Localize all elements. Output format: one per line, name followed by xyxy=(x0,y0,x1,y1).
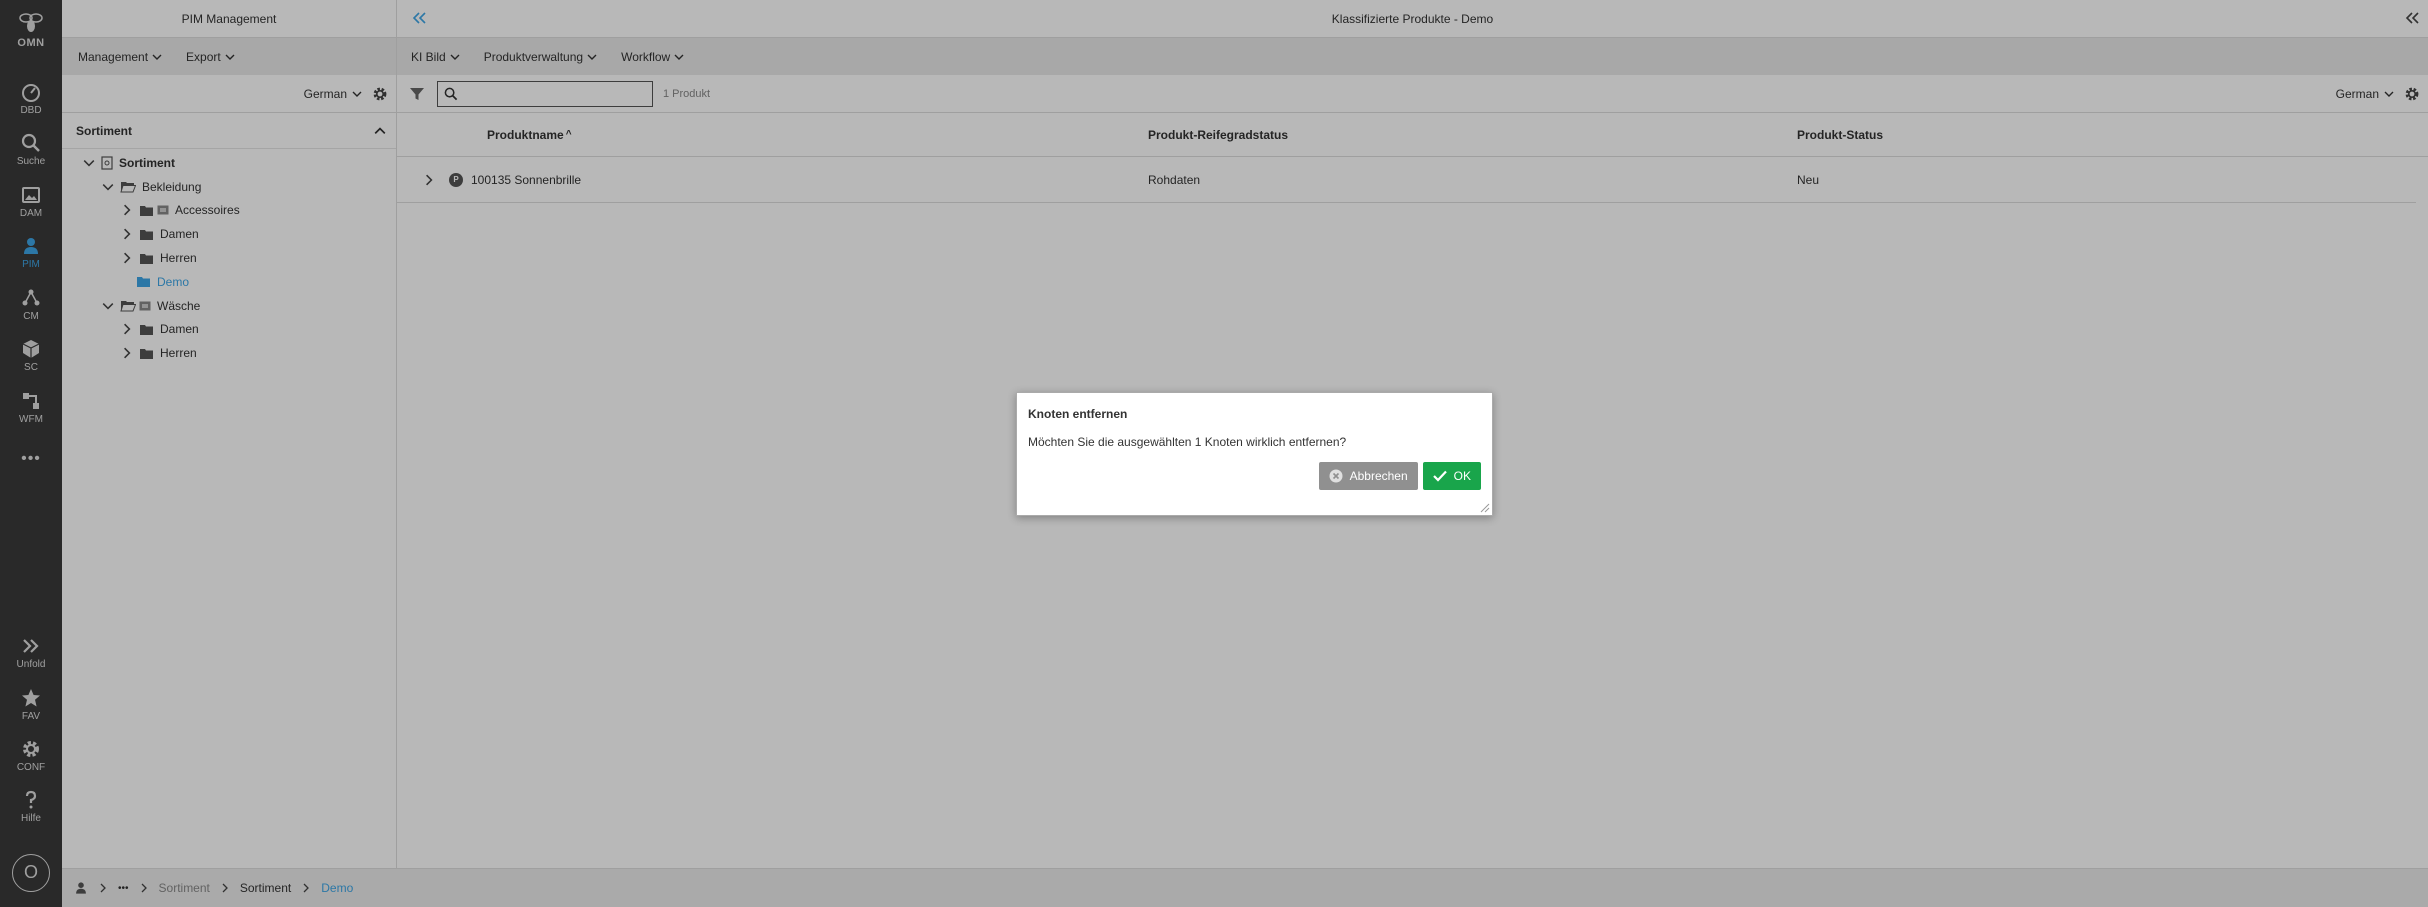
dialog-message: Möchten Sie die ausgewählten 1 Knoten wi… xyxy=(1028,435,1347,449)
dialog-buttons: Abbrechen OK xyxy=(1318,462,1481,490)
ok-button[interactable]: OK xyxy=(1422,462,1481,490)
check-icon xyxy=(1432,470,1447,482)
cancel-label: Abbrechen xyxy=(1349,469,1408,483)
cancel-button[interactable]: Abbrechen xyxy=(1318,462,1418,490)
resize-handle-icon[interactable] xyxy=(1480,503,1490,513)
ok-label: OK xyxy=(1453,469,1471,483)
dialog-title: Knoten entfernen xyxy=(1028,407,1128,421)
cancel-circle-icon xyxy=(1329,469,1343,483)
remove-node-dialog: Knoten entfernen Möchten Sie die ausgewä… xyxy=(1016,392,1493,516)
